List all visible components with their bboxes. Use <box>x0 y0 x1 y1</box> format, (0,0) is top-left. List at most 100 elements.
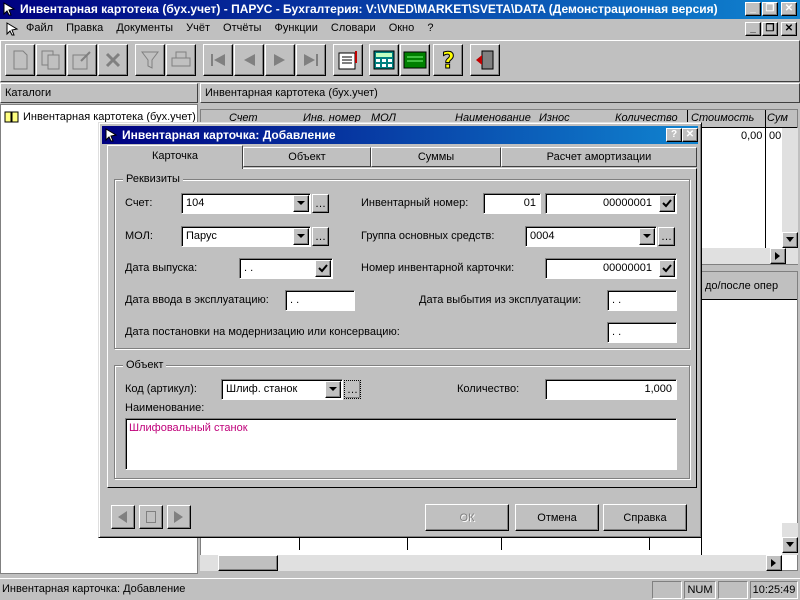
lower-vscrollbar[interactable] <box>782 523 798 555</box>
arrow-down-icon <box>786 542 794 547</box>
new-document-button[interactable] <box>5 44 35 76</box>
lower-scroll-right-button[interactable] <box>766 555 782 571</box>
upper-hscrollbar[interactable] <box>700 248 798 264</box>
object-group: Объект Код (артикул): Шлиф. станок … Кол… <box>114 359 690 479</box>
mol-lookup-button[interactable]: … <box>312 227 329 246</box>
delete-button[interactable] <box>98 44 128 76</box>
lower-scroll-down-button[interactable] <box>782 537 798 553</box>
edit-button[interactable] <box>67 44 97 76</box>
help-context-button[interactable]: ? <box>433 44 463 76</box>
app-icon[interactable] <box>2 2 16 16</box>
mol-select[interactable]: Парус <box>181 226 311 247</box>
dialog-title: Инвентарная карточка: Добавление <box>122 128 336 142</box>
asset-group-label: Группа основных средств: <box>361 230 495 242</box>
code-dropdown-button[interactable] <box>325 381 341 398</box>
card-number-check-button[interactable] <box>659 260 675 277</box>
code-lookup-button[interactable]: … <box>344 380 361 399</box>
menu-file[interactable]: Файл <box>26 22 53 34</box>
menu-help[interactable]: ? <box>427 22 433 34</box>
asset-group-select[interactable]: 0004 <box>525 226 657 247</box>
toolbar: ? <box>0 40 800 82</box>
tab-object-label: Объект <box>288 151 326 163</box>
help-button[interactable]: Справка <box>603 504 687 531</box>
prev-record-button[interactable] <box>234 44 264 76</box>
arrow-right-icon <box>174 511 183 523</box>
dialog-help-button[interactable]: ? <box>666 128 682 142</box>
main-title-bar: Инвентарная картотека (бух.учет) - ПАРУС… <box>0 0 800 19</box>
account-select[interactable]: 104 <box>181 193 311 214</box>
asset-group-lookup-button[interactable]: … <box>658 227 675 246</box>
tab-amortization[interactable]: Расчет амортизации <box>501 147 697 167</box>
release-date-dropdown-button[interactable] <box>315 260 331 277</box>
code-select[interactable]: Шлиф. станок <box>221 379 343 400</box>
lower-hscrollbar[interactable] <box>200 555 782 571</box>
release-date-field[interactable]: . . <box>239 258 333 279</box>
retire-date-field[interactable]: . . <box>607 290 677 311</box>
menu-accounting[interactable]: Учёт <box>186 22 210 34</box>
ok-button[interactable]: ОК <box>425 504 509 531</box>
exit-button[interactable] <box>470 44 500 76</box>
report-button[interactable] <box>333 44 363 76</box>
object-name-textarea[interactable]: Шлифовальный станок <box>125 418 677 470</box>
inventory-card-dialog: Инвентарная карточка: Добавление ? ✕ Кар… <box>98 122 702 538</box>
lower-scroll-thumb[interactable] <box>218 555 278 571</box>
modernization-date-field[interactable]: . . <box>607 322 677 343</box>
requisites-title: Реквизиты <box>123 173 183 185</box>
new-document-icon <box>13 50 28 70</box>
commission-date-field[interactable]: . . <box>285 290 355 311</box>
copy-button[interactable] <box>36 44 66 76</box>
dialog-next-button[interactable] <box>167 505 191 529</box>
card-number-field[interactable]: 00000001 <box>545 258 677 279</box>
asset-group-dropdown-button[interactable] <box>639 228 655 245</box>
tab-sums[interactable]: Суммы <box>371 147 501 167</box>
catalog-panel-header: Каталоги <box>0 83 198 103</box>
requisites-group: Реквизиты Счет: 104 … Инвентарный номер:… <box>114 173 690 349</box>
inv-prefix-field[interactable]: 01 <box>483 193 541 214</box>
dialog-record-button[interactable] <box>139 505 163 529</box>
first-record-button[interactable] <box>203 44 233 76</box>
quantity-field[interactable]: 1,000 <box>545 379 677 400</box>
close-button[interactable]: ✕ <box>781 2 797 16</box>
window-title: Инвентарная картотека (бух.учет) - ПАРУС… <box>20 2 718 16</box>
menu-functions[interactable]: Функции <box>275 22 318 34</box>
report-icon <box>338 51 357 70</box>
cancel-button[interactable]: Отмена <box>515 504 599 531</box>
restore-button[interactable]: ❐ <box>762 2 778 16</box>
mdi-restore-button[interactable]: ❐ <box>762 22 778 36</box>
catalog-panel-title: Каталоги <box>5 87 52 99</box>
filter-button[interactable] <box>135 44 165 76</box>
filter-icon <box>141 51 159 69</box>
last-record-button[interactable] <box>296 44 326 76</box>
menu-documents[interactable]: Документы <box>116 22 173 34</box>
arrow-down-icon <box>786 237 794 242</box>
menu-window[interactable]: Окно <box>389 22 415 34</box>
object-group-title: Объект <box>123 359 167 371</box>
mdi-close-button[interactable]: ✕ <box>781 22 797 36</box>
menu-dictionaries[interactable]: Словари <box>331 22 376 34</box>
mdi-minimize-button[interactable]: _ <box>745 22 761 36</box>
mol-dropdown-button[interactable] <box>293 228 309 245</box>
menu-edit[interactable]: Правка <box>66 22 103 34</box>
col-sum[interactable]: Сум <box>767 112 788 124</box>
scroll-down-button[interactable] <box>782 232 798 248</box>
account-lookup-button[interactable]: … <box>312 194 329 213</box>
delete-icon <box>105 52 121 68</box>
minimize-button[interactable]: _ <box>745 2 761 16</box>
account-dropdown-button[interactable] <box>293 195 309 212</box>
col-before-after[interactable]: до/после опер <box>705 280 778 292</box>
menu-reports[interactable]: Отчёты <box>223 22 261 34</box>
account-label: Счет: <box>125 197 153 209</box>
dialog-prev-button[interactable] <box>111 505 135 529</box>
inv-number-field[interactable]: 00000001 <box>545 193 677 214</box>
mdi-icon[interactable] <box>4 22 20 39</box>
tab-object[interactable]: Объект <box>243 147 371 167</box>
print-button[interactable] <box>166 44 196 76</box>
dialog-close-button[interactable]: ✕ <box>682 128 698 142</box>
scroll-right-button[interactable] <box>770 248 786 264</box>
next-record-button[interactable] <box>265 44 295 76</box>
upper-vscrollbar[interactable] <box>782 128 798 248</box>
tab-card[interactable]: Карточка <box>107 145 243 169</box>
inv-number-check-button[interactable] <box>659 195 675 212</box>
system-logo-button[interactable] <box>400 44 430 76</box>
calculator-button[interactable] <box>369 44 399 76</box>
